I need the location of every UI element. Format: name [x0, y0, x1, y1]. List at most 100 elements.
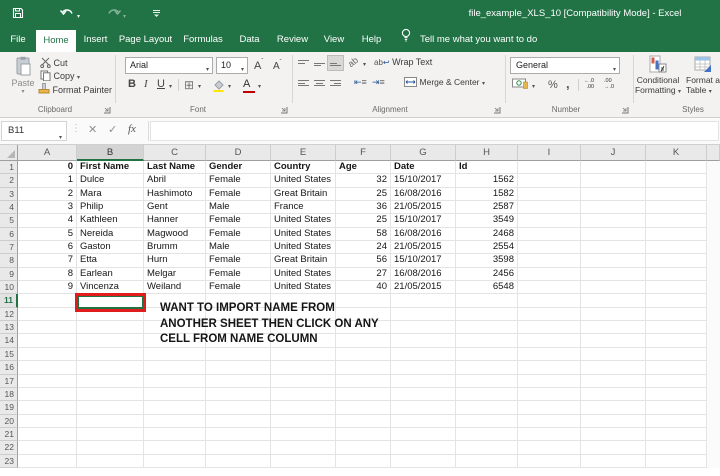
cell-I5[interactable] — [518, 214, 581, 227]
cell-F23[interactable] — [336, 455, 391, 468]
cell-A17[interactable] — [18, 375, 77, 388]
cell-D19[interactable] — [206, 401, 271, 414]
cell-C6[interactable]: Magwood — [144, 228, 206, 241]
column-header-C[interactable]: C — [144, 145, 206, 161]
cell-F22[interactable] — [336, 441, 391, 454]
row-header-22[interactable]: 22 — [0, 441, 18, 454]
cell-E20[interactable] — [271, 415, 336, 428]
cell-G21[interactable] — [391, 428, 456, 441]
cell-F10[interactable]: 40 — [336, 281, 391, 294]
tab-review[interactable]: Review — [269, 28, 316, 52]
cell-H15[interactable] — [456, 348, 518, 361]
tab-formulas[interactable]: Formulas — [176, 28, 230, 52]
cell-J7[interactable] — [581, 241, 646, 254]
cell-I8[interactable] — [518, 254, 581, 267]
cell-K22[interactable] — [646, 441, 707, 454]
cell-H2[interactable]: 1562 — [456, 174, 518, 187]
row-header-5[interactable]: 5 — [0, 214, 18, 227]
cell-G1[interactable]: Date — [391, 161, 456, 174]
cell-A1[interactable]: 0 — [18, 161, 77, 174]
cell-D2[interactable]: Female — [206, 174, 271, 187]
cell-H7[interactable]: 2554 — [456, 241, 518, 254]
row-header-7[interactable]: 7 — [0, 241, 18, 254]
select-all-corner[interactable] — [0, 145, 18, 161]
cell-C20[interactable] — [144, 415, 206, 428]
cell-G16[interactable] — [391, 361, 456, 374]
tell-me-box[interactable]: Tell me what you want to do — [400, 28, 537, 52]
column-header-D[interactable]: D — [206, 145, 271, 161]
cell-B2[interactable]: Dulce — [77, 174, 144, 187]
cell-E22[interactable] — [271, 441, 336, 454]
cell-B22[interactable] — [77, 441, 144, 454]
cell-A10[interactable]: 9 — [18, 281, 77, 294]
cell-J2[interactable] — [581, 174, 646, 187]
redo-icon[interactable] — [106, 8, 121, 19]
cell-K9[interactable] — [646, 268, 707, 281]
cell-I21[interactable] — [518, 428, 581, 441]
cell-K16[interactable] — [646, 361, 707, 374]
cell-D23[interactable] — [206, 455, 271, 468]
tab-page-layout[interactable]: Page Layout — [115, 28, 176, 52]
cell-H1[interactable]: Id — [456, 161, 518, 174]
cell-E5[interactable]: United States — [271, 214, 336, 227]
cell-I1[interactable] — [518, 161, 581, 174]
cell-J9[interactable] — [581, 268, 646, 281]
cell-I16[interactable] — [518, 361, 581, 374]
cell-K3[interactable] — [646, 188, 707, 201]
cell-D16[interactable] — [206, 361, 271, 374]
cell-F3[interactable]: 25 — [336, 188, 391, 201]
cell-K5[interactable] — [646, 214, 707, 227]
cell-B23[interactable] — [77, 455, 144, 468]
cell-B20[interactable] — [77, 415, 144, 428]
row-header-14[interactable]: 14 — [0, 334, 18, 347]
cell-F4[interactable]: 36 — [336, 201, 391, 214]
cell-K13[interactable] — [646, 321, 707, 334]
cell-B3[interactable]: Mara — [77, 188, 144, 201]
row-header-13[interactable]: 13 — [0, 321, 18, 334]
cell-J18[interactable] — [581, 388, 646, 401]
bold-button[interactable]: B — [128, 78, 136, 90]
cell-K21[interactable] — [646, 428, 707, 441]
decrease-font-size-button[interactable]: Aˇ — [273, 60, 282, 72]
cell-A23[interactable] — [18, 455, 77, 468]
redo-dropdown-icon[interactable]: ▾ — [123, 13, 126, 20]
cell-A3[interactable]: 2 — [18, 188, 77, 201]
format-painter-button[interactable]: Format Painter — [38, 83, 112, 95]
orientation-icon[interactable]: ab — [346, 55, 360, 69]
cell-B16[interactable] — [77, 361, 144, 374]
number-dialog-launcher-icon[interactable] — [621, 106, 629, 114]
align-left-icon[interactable] — [296, 76, 311, 90]
cell-I19[interactable] — [518, 401, 581, 414]
cell-C4[interactable]: Gent — [144, 201, 206, 214]
cell-C1[interactable]: Last Name — [144, 161, 206, 174]
cell-K8[interactable] — [646, 254, 707, 267]
underline-dropdown-icon[interactable]: ▾ — [169, 83, 172, 90]
cell-F8[interactable]: 56 — [336, 254, 391, 267]
cell-K17[interactable] — [646, 375, 707, 388]
cell-I20[interactable] — [518, 415, 581, 428]
cell-H21[interactable] — [456, 428, 518, 441]
undo-dropdown-icon[interactable]: ▾ — [77, 13, 80, 20]
cell-C23[interactable] — [144, 455, 206, 468]
tab-home[interactable]: Home — [36, 30, 76, 52]
column-header-H[interactable]: H — [456, 145, 518, 161]
cell-G22[interactable] — [391, 441, 456, 454]
cell-K7[interactable] — [646, 241, 707, 254]
column-header-A[interactable]: A — [18, 145, 77, 161]
cell-A20[interactable] — [18, 415, 77, 428]
customize-quick-access-icon[interactable] — [152, 9, 161, 18]
cell-E17[interactable] — [271, 375, 336, 388]
cell-G8[interactable]: 15/10/2017 — [391, 254, 456, 267]
cell-H10[interactable]: 6548 — [456, 281, 518, 294]
cell-K20[interactable] — [646, 415, 707, 428]
cell-H6[interactable]: 2468 — [456, 228, 518, 241]
row-header-12[interactable]: 12 — [0, 308, 18, 321]
cell-F1[interactable]: Age — [336, 161, 391, 174]
align-center-icon[interactable] — [312, 76, 327, 90]
cell-K2[interactable] — [646, 174, 707, 187]
cell-D1[interactable]: Gender — [206, 161, 271, 174]
cell-C18[interactable] — [144, 388, 206, 401]
cell-J14[interactable] — [581, 334, 646, 347]
cell-I15[interactable] — [518, 348, 581, 361]
cell-B19[interactable] — [77, 401, 144, 414]
